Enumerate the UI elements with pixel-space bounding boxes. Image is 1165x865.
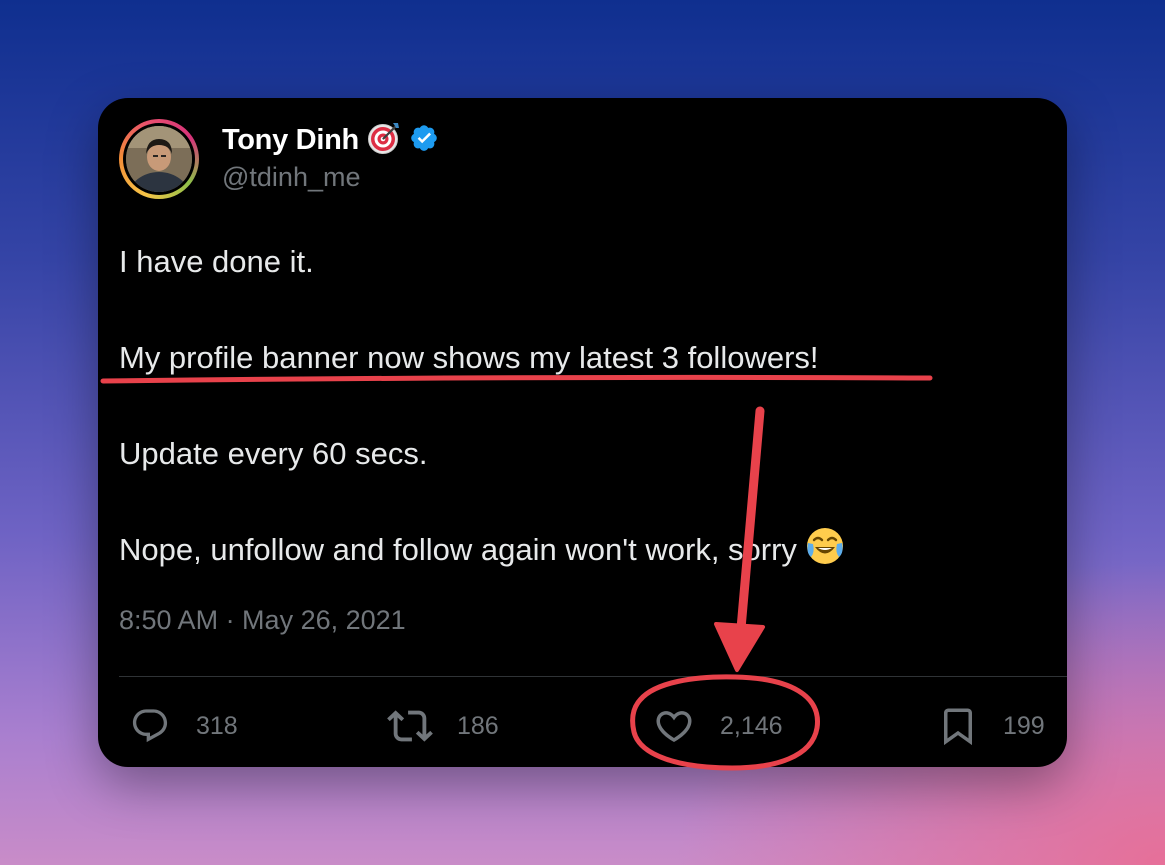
avatar-photo [126, 126, 192, 192]
avatar[interactable] [119, 119, 199, 199]
profile-photo-icon [126, 126, 192, 192]
reply-button[interactable]: 318 [130, 704, 238, 748]
tweet-line: Update every 60 secs. [119, 436, 428, 471]
tweet-line: I have done it. [119, 244, 314, 279]
bookmark-button[interactable]: 199 [937, 704, 1045, 748]
face-with-tears-of-joy-icon [805, 526, 845, 580]
tweet-line-last: Nope, unfollow and follow again won't wo… [119, 526, 1029, 574]
like-button[interactable]: 2,146 [653, 704, 783, 748]
like-count: 2,146 [720, 711, 783, 740]
divider [119, 676, 1067, 677]
tweet-card: Tony Dinh @tdinh_me I have done it. My p… [98, 98, 1067, 767]
tweet-line: Nope, unfollow and follow again won't wo… [119, 532, 797, 567]
retweet-count: 186 [457, 711, 499, 740]
retweet-icon [387, 703, 433, 749]
tweet-text: I have done it. My profile banner now sh… [119, 238, 1029, 574]
reply-count: 318 [196, 711, 238, 740]
reply-icon [130, 706, 170, 746]
bookmark-icon [937, 705, 979, 747]
author-name-row: Tony Dinh [222, 120, 439, 160]
verified-badge-icon[interactable] [409, 123, 439, 158]
bookmark-count: 199 [1003, 711, 1045, 740]
target-emoji-icon [367, 121, 401, 160]
display-name[interactable]: Tony Dinh [222, 124, 359, 157]
tweet-timestamp[interactable]: 8:50 AM · May 26, 2021 [119, 605, 406, 636]
tweet-line: My profile banner now shows my latest 3 … [119, 340, 819, 375]
author-handle[interactable]: @tdinh_me [222, 162, 360, 193]
heart-icon [653, 705, 695, 747]
retweet-button[interactable]: 186 [387, 704, 499, 748]
